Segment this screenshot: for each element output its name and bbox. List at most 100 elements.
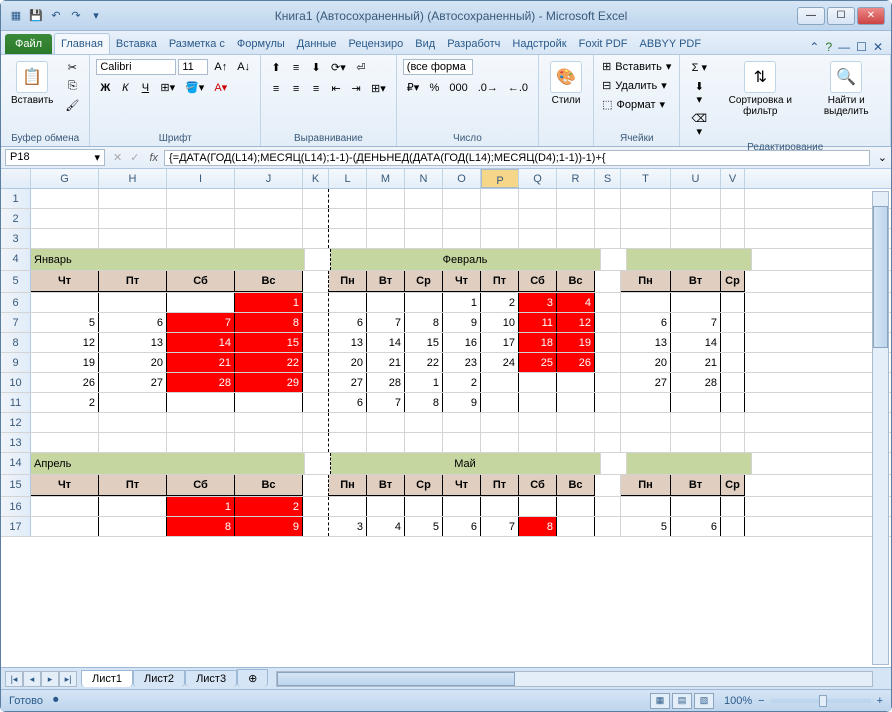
cell[interactable] bbox=[303, 313, 329, 332]
calendar-cell[interactable]: 20 bbox=[329, 353, 367, 372]
new-sheet-button[interactable]: ⊕ bbox=[237, 669, 268, 687]
cut-button[interactable]: ✂ bbox=[61, 59, 83, 76]
day-header[interactable]: Пн bbox=[329, 475, 367, 496]
cell[interactable] bbox=[519, 413, 557, 432]
cell[interactable] bbox=[99, 413, 167, 432]
cell[interactable] bbox=[621, 209, 671, 228]
cell[interactable] bbox=[367, 229, 405, 248]
day-header[interactable]: Сб bbox=[519, 271, 557, 292]
day-header[interactable]: Пт bbox=[481, 271, 519, 292]
calendar-cell[interactable]: 22 bbox=[235, 353, 303, 372]
calendar-cell[interactable]: 8 bbox=[235, 313, 303, 332]
formula-bar[interactable]: {=ДАТА(ГОД(L14);МЕСЯЦ(L14);1-1)-(ДЕНЬНЕД… bbox=[164, 150, 870, 166]
row-header[interactable]: 3 bbox=[1, 229, 31, 248]
calendar-cell[interactable] bbox=[367, 497, 405, 516]
tab-insert[interactable]: Вставка bbox=[110, 34, 163, 54]
minimize-ribbon-icon[interactable]: ⌃ bbox=[809, 40, 819, 54]
zoom-slider[interactable] bbox=[771, 699, 871, 703]
cell[interactable] bbox=[557, 433, 595, 452]
calendar-cell[interactable]: 14 bbox=[167, 333, 235, 352]
zoom-out-button[interactable]: − bbox=[758, 695, 764, 707]
calendar-cell[interactable]: 4 bbox=[557, 293, 595, 312]
format-cells-button[interactable]: ⬚ Формат ▾ bbox=[600, 97, 667, 112]
calendar-cell[interactable]: 15 bbox=[405, 333, 443, 352]
row-header[interactable]: 13 bbox=[1, 433, 31, 452]
calendar-cell[interactable]: 2 bbox=[31, 393, 99, 412]
cell[interactable] bbox=[167, 433, 235, 452]
month-header[interactable]: Апрель bbox=[31, 453, 305, 474]
decrease-indent-button[interactable]: ⇤ bbox=[327, 80, 345, 97]
cell[interactable] bbox=[519, 189, 557, 208]
calendar-cell[interactable]: 1 bbox=[167, 497, 235, 516]
horizontal-scrollbar[interactable] bbox=[276, 671, 873, 687]
sheet-nav-next[interactable]: ▸ bbox=[41, 671, 59, 687]
cell[interactable] bbox=[405, 433, 443, 452]
currency-button[interactable]: ₽▾ bbox=[403, 79, 424, 96]
calendar-cell[interactable]: 12 bbox=[557, 313, 595, 332]
cell[interactable] bbox=[235, 413, 303, 432]
col-header[interactable]: T bbox=[621, 169, 671, 188]
calendar-cell[interactable]: 7 bbox=[167, 313, 235, 332]
calendar-cell[interactable] bbox=[721, 393, 745, 412]
col-header[interactable]: L bbox=[329, 169, 367, 188]
calendar-cell[interactable]: 1 bbox=[405, 373, 443, 392]
cell[interactable] bbox=[31, 413, 99, 432]
calendar-cell[interactable]: 29 bbox=[235, 373, 303, 392]
fill-button[interactable]: ⬇ ▾ bbox=[686, 78, 712, 108]
window-restore-icon[interactable]: ☐ bbox=[856, 40, 867, 54]
cell[interactable] bbox=[481, 229, 519, 248]
align-left-button[interactable]: ≡ bbox=[267, 81, 285, 97]
day-header[interactable]: Пн bbox=[621, 271, 671, 292]
col-header[interactable]: S bbox=[595, 169, 621, 188]
find-select-button[interactable]: 🔍 Найти и выделить bbox=[808, 59, 884, 119]
cell[interactable] bbox=[99, 229, 167, 248]
calendar-cell[interactable] bbox=[167, 393, 235, 412]
calendar-cell[interactable] bbox=[481, 373, 519, 392]
cell[interactable] bbox=[31, 209, 99, 228]
calendar-cell[interactable]: 14 bbox=[367, 333, 405, 352]
calendar-cell[interactable]: 7 bbox=[367, 313, 405, 332]
cell[interactable] bbox=[481, 189, 519, 208]
calendar-cell[interactable]: 9 bbox=[443, 393, 481, 412]
sheet-nav-last[interactable]: ▸| bbox=[59, 671, 77, 687]
cell[interactable] bbox=[303, 433, 329, 452]
calendar-cell[interactable]: 27 bbox=[99, 373, 167, 392]
calendar-cell[interactable]: 28 bbox=[367, 373, 405, 392]
align-middle-button[interactable]: ≡ bbox=[287, 60, 305, 76]
calendar-cell[interactable]: 6 bbox=[99, 313, 167, 332]
cell[interactable] bbox=[595, 313, 621, 332]
cell[interactable] bbox=[621, 229, 671, 248]
day-header[interactable]: Вс bbox=[557, 271, 595, 292]
comma-button[interactable]: 000 bbox=[445, 80, 471, 96]
tab-abbyy[interactable]: ABBYY PDF bbox=[634, 34, 708, 54]
cell[interactable] bbox=[595, 393, 621, 412]
cell[interactable] bbox=[481, 209, 519, 228]
calendar-cell[interactable] bbox=[405, 293, 443, 312]
calendar-cell[interactable]: 6 bbox=[329, 393, 367, 412]
percent-button[interactable]: % bbox=[425, 80, 443, 96]
cell[interactable] bbox=[329, 189, 367, 208]
copy-button[interactable]: ⎘ bbox=[61, 78, 83, 95]
col-header[interactable]: K bbox=[303, 169, 329, 188]
cell[interactable] bbox=[405, 209, 443, 228]
delete-cells-button[interactable]: ⊟ Удалить ▾ bbox=[600, 78, 669, 93]
calendar-cell[interactable] bbox=[721, 373, 745, 392]
cell[interactable] bbox=[557, 229, 595, 248]
calendar-cell[interactable]: 7 bbox=[671, 313, 721, 332]
col-header[interactable]: U bbox=[671, 169, 721, 188]
cell[interactable] bbox=[519, 209, 557, 228]
sheet-nav-prev[interactable]: ◂ bbox=[23, 671, 41, 687]
page-layout-view-button[interactable]: ▤ bbox=[672, 693, 692, 709]
calendar-cell[interactable]: 13 bbox=[329, 333, 367, 352]
cell[interactable] bbox=[721, 229, 745, 248]
calendar-cell[interactable]: 27 bbox=[621, 373, 671, 392]
calendar-cell[interactable] bbox=[721, 293, 745, 312]
row-header[interactable]: 10 bbox=[1, 373, 31, 392]
calendar-cell[interactable]: 14 bbox=[671, 333, 721, 352]
sheet-tab[interactable]: Лист1 bbox=[81, 670, 133, 687]
align-center-button[interactable]: ≡ bbox=[287, 81, 305, 97]
col-header[interactable]: O bbox=[443, 169, 481, 188]
day-header[interactable]: Вс bbox=[557, 475, 595, 496]
calendar-cell[interactable]: 9 bbox=[443, 313, 481, 332]
cell[interactable] bbox=[235, 189, 303, 208]
